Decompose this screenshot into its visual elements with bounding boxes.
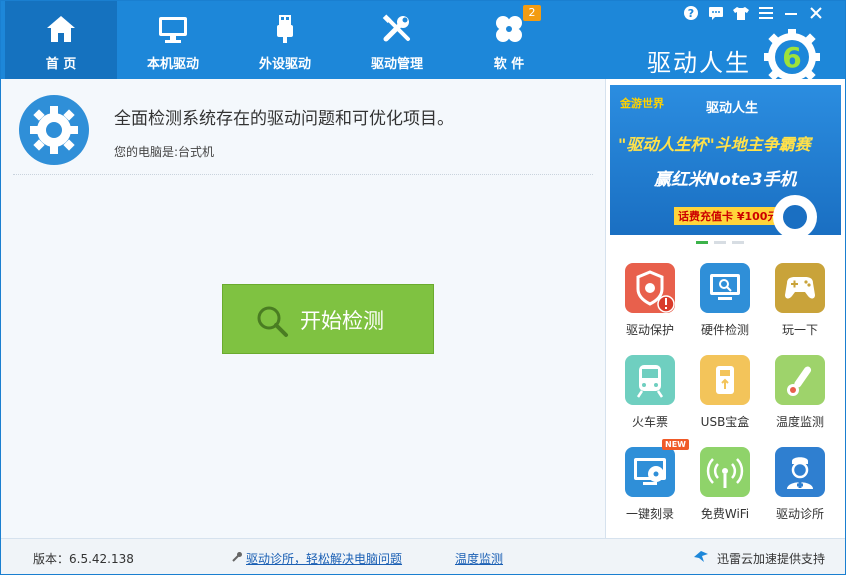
brand-logo-icon: 6 xyxy=(764,29,820,85)
tab-local-drivers[interactable]: 本机驱动 xyxy=(117,1,229,79)
gamepad-icon xyxy=(775,263,825,313)
temperature-monitor-link[interactable]: 温度监测 xyxy=(455,550,503,567)
banner-gear-icon xyxy=(773,195,817,235)
usb-box-icon xyxy=(700,355,750,405)
divider xyxy=(13,174,593,175)
doctor-icon xyxy=(775,447,825,497)
close-icon[interactable] xyxy=(807,4,825,22)
tool-play-game[interactable]: 玩一下 xyxy=(762,263,838,349)
tab-driver-management[interactable]: 驱动管理 xyxy=(341,1,453,79)
shield-alert-icon xyxy=(625,263,675,313)
tab-label: 驱动管理 xyxy=(370,57,423,72)
tab-label: 软 件 xyxy=(493,57,525,72)
software-icon xyxy=(496,16,522,42)
start-scan-label: 开始检测 xyxy=(300,309,384,333)
monitor-icon xyxy=(159,17,187,43)
tool-label: 免费WiFi xyxy=(700,507,750,521)
promo-banner[interactable]: 金游世界 驱动人生 "驱动人生杯"斗地主争霸赛 赢红米Note3手机 话费充值卡… xyxy=(610,85,841,235)
banner-partner-logo: 金游世界 xyxy=(620,97,664,110)
svg-text:?: ? xyxy=(688,7,694,20)
tool-hardware-check[interactable]: 硬件检测 xyxy=(687,263,763,349)
tool-label: USB宝盒 xyxy=(700,415,750,429)
main-panel: 全面检测系统存在的驱动问题和可优化项目。 您的电脑是:台式机 开始检测 xyxy=(1,79,605,538)
tool-label: 驱动诊所 xyxy=(775,507,824,521)
tab-software[interactable]: 软 件 2 xyxy=(453,1,565,79)
settings-gear-icon xyxy=(19,95,89,165)
tool-train-ticket[interactable]: 火车票 xyxy=(612,355,688,441)
tab-label: 外设驱动 xyxy=(258,57,311,72)
tab-peripheral-drivers[interactable]: 外设驱动 xyxy=(229,1,341,79)
right-panel: 金游世界 驱动人生 "驱动人生杯"斗地主争霸赛 赢红米Note3手机 话费充值卡… xyxy=(605,79,845,538)
wrench-icon xyxy=(232,552,242,562)
help-icon[interactable]: ? xyxy=(682,4,700,22)
cloud-acceleration-text: 迅雷云加速提供支持 xyxy=(717,552,826,566)
tool-label: 温度监测 xyxy=(775,415,824,429)
version-text: 版本：6.5.42.138 xyxy=(33,552,134,566)
tool-driver-clinic[interactable]: 驱动诊所 xyxy=(762,447,838,533)
disc-burn-icon xyxy=(625,447,675,497)
pager-dot[interactable] xyxy=(732,241,744,244)
tab-home[interactable]: 首 页 xyxy=(5,1,117,79)
train-icon xyxy=(625,355,675,405)
status-bar: 版本：6.5.42.138 驱动诊所，轻松解决电脑问题 温度监测 迅雷云加速提供… xyxy=(1,538,845,574)
tool-temperature[interactable]: 温度监测 xyxy=(762,355,838,441)
tool-driver-protect[interactable]: 驱动保护 xyxy=(612,263,688,349)
top-nav-bar: 首 页 本机驱动 外设驱动 驱动管理 软 件 2 ? 驱动人生 6 xyxy=(1,1,845,85)
driver-clinic-link[interactable]: 驱动诊所，轻松解决电脑问题 xyxy=(246,550,402,567)
tool-label: 玩一下 xyxy=(781,323,818,337)
start-scan-button[interactable]: 开始检测 xyxy=(222,284,434,354)
pc-type-info: 您的电脑是:台式机 xyxy=(114,145,215,159)
tab-label: 本机驱动 xyxy=(146,57,199,72)
brand-name: 驱动人生 xyxy=(647,49,751,77)
feedback-icon[interactable] xyxy=(707,4,725,22)
svg-text:6: 6 xyxy=(782,41,801,74)
menu-icon[interactable] xyxy=(757,4,775,22)
tool-label: 驱动保护 xyxy=(625,323,674,337)
home-icon xyxy=(47,16,75,42)
banner-brand-logo: 驱动人生 xyxy=(706,101,759,116)
tool-usb-box[interactable]: USB宝盒 xyxy=(687,355,763,441)
new-badge: NEW xyxy=(662,439,689,450)
scan-headline: 全面检测系统存在的驱动问题和可优化项目。 xyxy=(114,109,454,129)
pager-dot[interactable] xyxy=(714,241,726,244)
skin-icon[interactable] xyxy=(732,4,750,22)
thermometer-icon xyxy=(775,355,825,405)
app-window: 首 页 本机驱动 外设驱动 驱动管理 软 件 2 ? 驱动人生 6 全面检测系统… xyxy=(0,0,846,575)
pager-dot[interactable] xyxy=(696,241,708,244)
usb-plug-icon xyxy=(277,15,293,43)
minimize-icon[interactable] xyxy=(782,4,800,22)
wifi-icon xyxy=(700,447,750,497)
tool-label: 硬件检测 xyxy=(700,323,749,337)
update-count-badge: 2 xyxy=(523,5,541,21)
xunlei-bird-icon xyxy=(694,551,708,562)
search-icon xyxy=(257,306,288,337)
banner-title: "驱动人生杯"斗地主争霸赛 xyxy=(618,135,811,154)
tool-label: 火车票 xyxy=(631,415,668,429)
tool-label: 一键刻录 xyxy=(625,507,674,521)
tab-label: 首 页 xyxy=(45,57,77,72)
monitor-check-icon xyxy=(700,263,750,313)
tool-free-wifi[interactable]: 免费WiFi xyxy=(687,447,763,533)
tool-disc-burn[interactable]: NEW 一键刻录 xyxy=(612,439,689,533)
tools-icon xyxy=(382,14,410,42)
